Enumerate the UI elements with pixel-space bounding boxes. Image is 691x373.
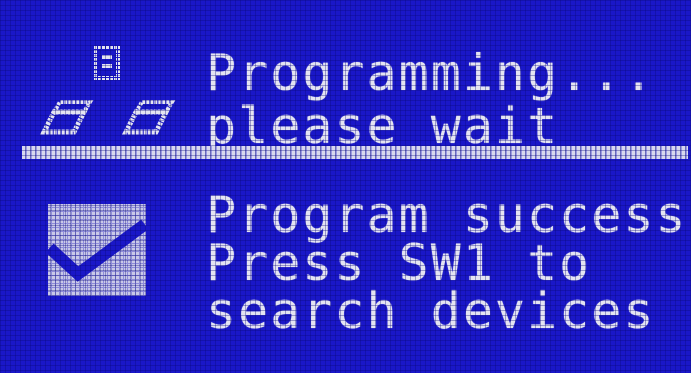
divider bbox=[22, 146, 688, 159]
checkbox-checked-icon bbox=[48, 204, 146, 296]
network-devices-icon bbox=[39, 46, 176, 135]
programming-status-text: Programming... bbox=[206, 44, 656, 102]
please-wait-text: please wait bbox=[206, 97, 560, 155]
lcd-screen: Programming... please wait Program succe… bbox=[0, 0, 691, 373]
search-devices-text: search devices bbox=[206, 282, 656, 340]
